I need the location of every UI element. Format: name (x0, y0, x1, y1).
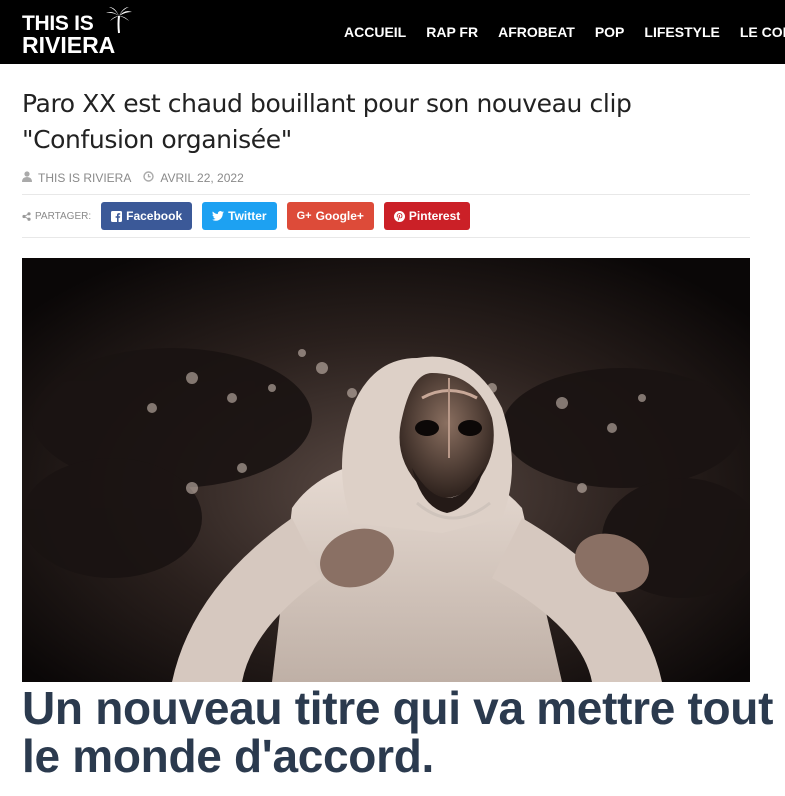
nav-item-accueil[interactable]: ACCUEIL (344, 24, 406, 40)
article-meta: THIS IS RIVIERA AVRIL 22, 2022 (22, 170, 244, 186)
site-header: THIS IS RIVIERA ACCUEIL RAP FR AFROBEAT … (0, 0, 785, 64)
share-twitter-label: Twitter (228, 209, 267, 223)
share-facebook-label: Facebook (126, 209, 183, 223)
hero-photo (22, 258, 750, 682)
nav-item-le-coin-de[interactable]: LE COIN DE (740, 24, 785, 40)
share-google-plus-button[interactable]: G+ Google+ (286, 202, 374, 230)
site-logo[interactable]: THIS IS RIVIERA (22, 7, 134, 58)
palm-tree-icon (106, 7, 132, 34)
share-label: PARTAGER: (22, 211, 91, 222)
nav-item-pop[interactable]: POP (595, 24, 625, 40)
share-label-text: PARTAGER: (35, 210, 92, 222)
share-bar: PARTAGER: Facebook Twitter G+ Google+ Pi… (22, 202, 480, 230)
share-pinterest-label: Pinterest (408, 209, 461, 223)
main-nav: ACCUEIL RAP FR AFROBEAT POP LIFESTYLE LE… (344, 0, 785, 64)
nav-item-afrobeat[interactable]: AFROBEAT (498, 24, 575, 40)
share-pinterest-button[interactable]: Pinterest (383, 202, 471, 230)
share-facebook-button[interactable]: Facebook (101, 202, 193, 230)
share-icon (22, 211, 31, 221)
meta-divider (22, 194, 750, 195)
clock-icon (143, 171, 155, 185)
twitter-icon (212, 211, 225, 221)
article-title: Paro XX est chaud bouillant pour son nou… (22, 89, 632, 154)
share-google-plus-label: Google+ (315, 209, 364, 223)
publish-date: AVRIL 22, 2022 (160, 171, 244, 185)
pinterest-icon (393, 210, 405, 222)
nav-item-rap-fr[interactable]: RAP FR (426, 24, 478, 40)
share-divider (22, 237, 750, 238)
article-subheading: Un nouveau titre qui va mettre tout le m… (22, 682, 774, 782)
article-hero-image (22, 258, 750, 682)
facebook-icon (111, 210, 123, 222)
user-icon (22, 171, 32, 185)
author-name[interactable]: THIS IS RIVIERA (38, 171, 131, 185)
logo-line-2: RIVIERA (22, 32, 116, 58)
share-twitter-button[interactable]: Twitter (202, 202, 277, 230)
nav-item-lifestyle[interactable]: LIFESTYLE (644, 24, 719, 40)
google-plus-icon: G+ (296, 210, 312, 222)
